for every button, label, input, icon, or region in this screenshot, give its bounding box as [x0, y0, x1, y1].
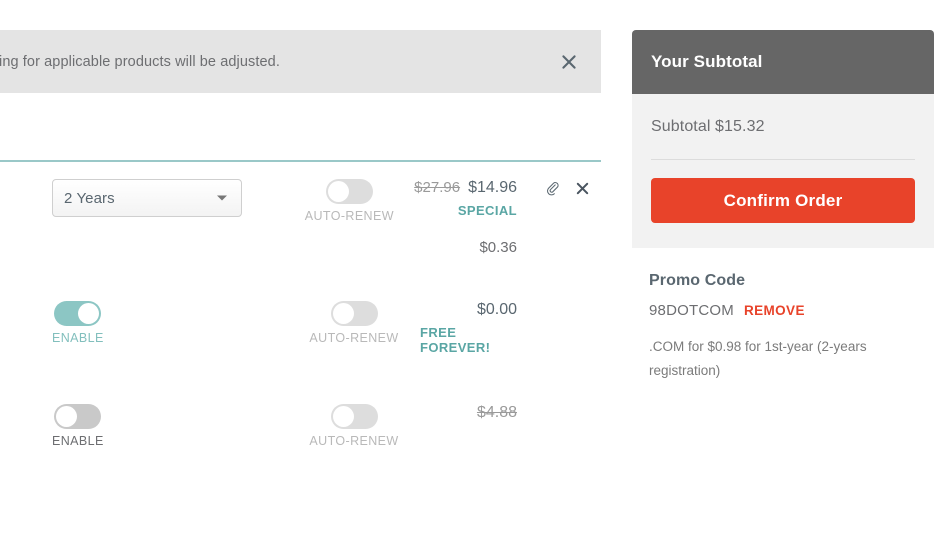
- table-row: ENABLE AUTO-RENEW $0.00 FREE FOREVER!: [0, 277, 601, 377]
- autorenew-label: AUTO-RENEW: [309, 434, 399, 448]
- notice-banner: ing for applicable products will be adju…: [0, 30, 601, 93]
- row-term-cell: 2 Years: [0, 179, 247, 217]
- price-secondary: $0.36: [479, 238, 517, 256]
- table-row: ENABLE AUTO-RENEW $4.88: [0, 377, 601, 467]
- promo-remove-button[interactable]: REMOVE: [744, 303, 805, 318]
- row-autorenew-cell: AUTO-RENEW: [250, 301, 420, 345]
- row-price-cell: $0.00 FREE FOREVER!: [420, 301, 601, 355]
- enable-label: ENABLE: [52, 434, 104, 448]
- order-sidebar: Your Subtotal Subtotal $15.32 Confirm Or…: [632, 30, 934, 382]
- autorenew-label: AUTO-RENEW: [304, 209, 394, 223]
- promo-code-block: Promo Code 98DOTCOM REMOVE .COM for $0.9…: [632, 248, 934, 382]
- enable-label: ENABLE: [52, 331, 104, 345]
- price-current: $4.88: [476, 404, 517, 421]
- autorenew-toggle[interactable]: [330, 301, 378, 326]
- promo-code-title: Promo Code: [649, 272, 746, 289]
- close-icon[interactable]: [559, 52, 579, 72]
- toggle-knob: [332, 303, 354, 324]
- promo-description: .COM for $0.98 for 1st-year (2-years reg…: [649, 339, 867, 378]
- enable-toggle-wrap: ENABLE: [52, 301, 104, 345]
- checkout-page: ing for applicable products will be adju…: [0, 0, 951, 540]
- row-price-cell: $4.88: [420, 404, 601, 422]
- promo-code-row: 98DOTCOM REMOVE: [649, 302, 915, 319]
- row-actions: [543, 179, 591, 197]
- price-current: $14.96: [468, 179, 517, 196]
- row-enable-cell: ENABLE: [0, 404, 250, 448]
- enable-toggle[interactable]: [54, 404, 102, 429]
- table-row: 2 Years AUTO-RENEW $27.96 $14.96 SPECIAL…: [0, 162, 601, 277]
- paperclip-icon[interactable]: [543, 179, 561, 197]
- autorenew-toggle[interactable]: [325, 179, 373, 204]
- autorenew-toggle[interactable]: [330, 404, 378, 429]
- subtotal-divider: [651, 159, 915, 160]
- toggle-knob: [332, 406, 354, 427]
- price-line: $27.96 $14.96: [414, 179, 517, 197]
- row-autorenew-cell: AUTO-RENEW: [247, 179, 415, 223]
- subtotal-title: Your Subtotal: [651, 52, 763, 71]
- main-content-column: ing for applicable products will be adju…: [0, 0, 601, 540]
- autorenew-toggle-wrap: AUTO-RENEW: [309, 301, 398, 345]
- toggle-knob: [78, 303, 100, 324]
- subtotal-amount: Subtotal $15.32: [651, 118, 765, 135]
- subtotal-header: Your Subtotal: [632, 30, 934, 94]
- subtotal-body: Subtotal $15.32: [632, 94, 934, 160]
- promo-code-value: 98DOTCOM: [649, 302, 734, 319]
- row-autorenew-cell: AUTO-RENEW: [250, 404, 420, 448]
- enable-toggle[interactable]: [54, 301, 102, 326]
- price-badge: FREE FOREVER!: [420, 324, 491, 355]
- toggle-knob: [56, 406, 78, 427]
- chevron-down-icon: [217, 195, 227, 201]
- remove-item-icon[interactable]: [573, 179, 591, 197]
- confirm-order-button[interactable]: Confirm Order: [651, 178, 915, 223]
- autorenew-toggle-wrap: AUTO-RENEW: [305, 179, 394, 223]
- term-select-value: 2 Years: [64, 189, 115, 207]
- toggle-knob: [327, 181, 349, 202]
- price-badge: SPECIAL: [457, 202, 517, 218]
- product-rows: 2 Years AUTO-RENEW $27.96 $14.96 SPECIAL…: [0, 162, 601, 467]
- enable-toggle-wrap: ENABLE: [52, 404, 104, 448]
- price-original: $27.96: [414, 179, 461, 196]
- autorenew-label: AUTO-RENEW: [309, 331, 399, 345]
- autorenew-toggle-wrap: AUTO-RENEW: [309, 404, 398, 448]
- row-enable-cell: ENABLE: [0, 301, 250, 345]
- notice-message: ing for applicable products will be adju…: [0, 53, 280, 70]
- price-current: $0.00: [476, 301, 517, 318]
- subtotal-card: Your Subtotal Subtotal $15.32 Confirm Or…: [632, 30, 934, 248]
- term-select[interactable]: 2 Years: [52, 179, 242, 217]
